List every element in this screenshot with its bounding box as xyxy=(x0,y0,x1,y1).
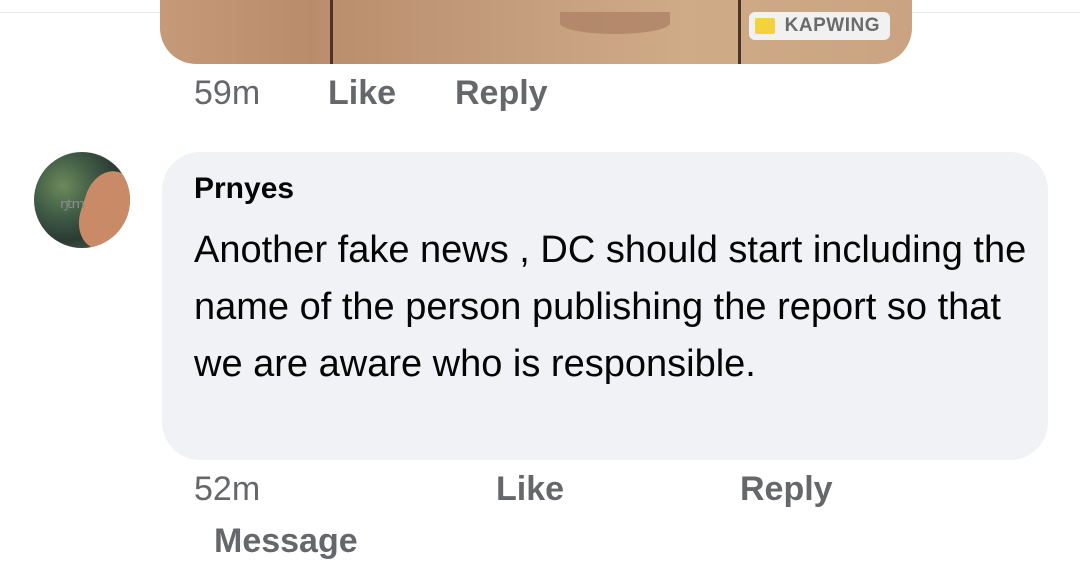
video-frame-line xyxy=(738,0,741,64)
comment-author-name[interactable]: Prnyes xyxy=(194,172,294,206)
comment-time[interactable]: 52m xyxy=(194,470,260,509)
kapwing-logo-icon xyxy=(754,18,775,34)
comment-reply-button[interactable]: Reply xyxy=(740,470,833,509)
watermark-text: KAPWING xyxy=(784,15,880,36)
previous-comment-time[interactable]: 59m xyxy=(194,74,260,113)
previous-comment-video-preview[interactable]: KAPWING xyxy=(160,0,912,64)
comment-like-button[interactable]: Like xyxy=(496,470,564,509)
previous-comment-reply-button[interactable]: Reply xyxy=(455,74,548,113)
video-frame-detail xyxy=(560,12,670,34)
comment-text: Another fake news , DC should start incl… xyxy=(194,229,1027,385)
previous-comment-like-button[interactable]: Like xyxy=(328,74,396,113)
comment-message-button[interactable]: Message xyxy=(214,522,358,561)
avatar-overlay-scribble: ᵑᵗᵐ xyxy=(60,196,85,221)
kapwing-watermark: KAPWING xyxy=(748,12,890,40)
video-frame-line xyxy=(330,0,333,64)
